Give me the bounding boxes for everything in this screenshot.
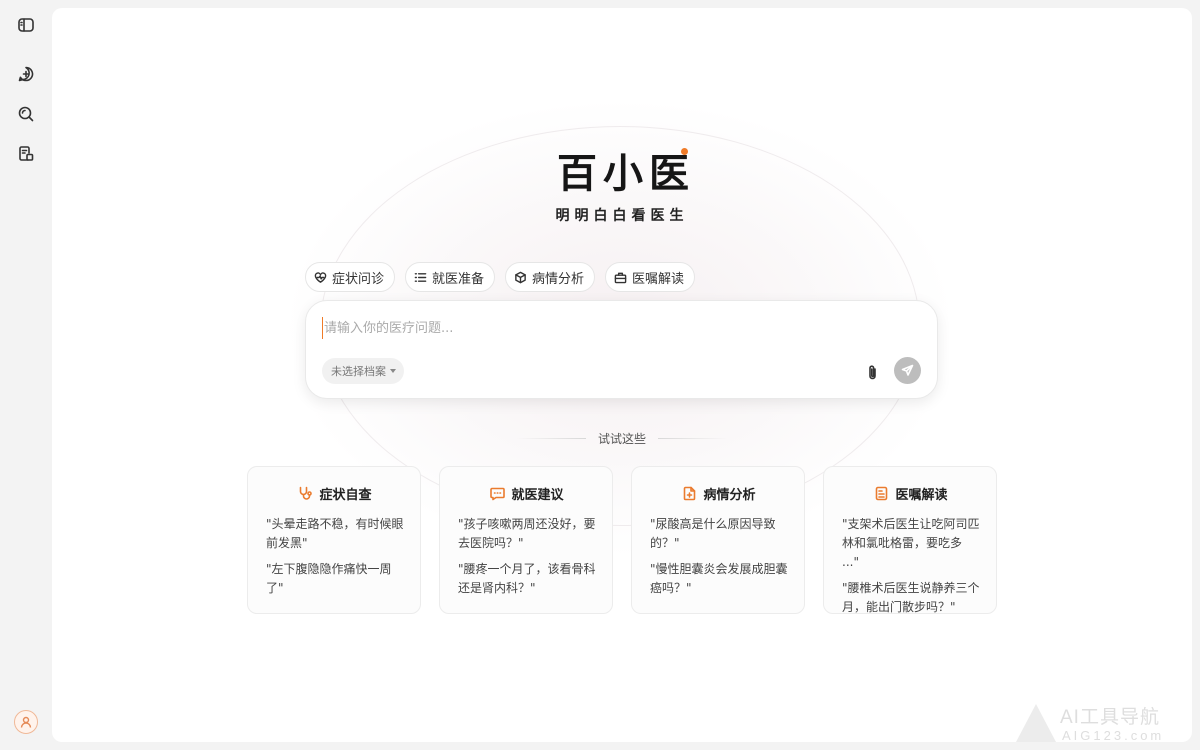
suggestion-question[interactable]: "头晕走路不稳，有时候眼前发黑"	[266, 515, 404, 553]
suggestion-card-analysis: 病情分析 "尿酸高是什么原因导致的？" "慢性胆囊炎会发展成胆囊癌吗？"	[631, 466, 805, 614]
new-chat-icon	[18, 66, 34, 82]
watermark: AI工具导航 AIG123.com	[1012, 700, 1200, 750]
suggestion-question[interactable]: "慢性胆囊炎会发展成胆囊癌吗？"	[650, 560, 788, 598]
divider-line	[515, 437, 586, 439]
chat-bubble-icon	[490, 487, 506, 500]
question-input[interactable]	[322, 317, 822, 339]
suggestion-cards: 症状自查 "头晕走路不稳，有时候眼前发黑" "左下腹隐隐作痛快一周了" 就医建议…	[247, 466, 997, 614]
mode-chip-analysis[interactable]: 病情分析	[505, 262, 596, 292]
suggestion-card-symptom: 症状自查 "头晕走路不稳，有时候眼前发黑" "左下腹隐隐作痛快一周了"	[247, 466, 421, 614]
card-header: 病情分析	[650, 483, 788, 503]
try-label: 试试这些	[597, 431, 646, 446]
mode-chip-orders[interactable]: 医嘱解读	[605, 262, 696, 292]
chevron-down-icon	[390, 369, 396, 373]
cube-icon	[515, 271, 526, 283]
send-button[interactable]	[894, 357, 921, 384]
mode-chip-prep[interactable]: 就医准备	[405, 262, 496, 292]
suggestion-question[interactable]: "左下腹隐隐作痛快一周了"	[266, 560, 404, 598]
suggestion-card-advice: 就医建议 "孩子咳嗽两周还没好，要去医院吗？" "腰疼一个月了，该看骨科还是肾内…	[439, 466, 613, 614]
card-title: 病情分析	[703, 487, 756, 503]
list-icon	[414, 272, 427, 282]
profile-select-label: 未选择档案	[331, 365, 386, 378]
mode-chip-label: 就医准备	[432, 271, 485, 287]
suggestion-card-orders: 医嘱解读 "支架术后医生让吃阿司匹林和氯吡格雷，要吃多 ..." "腰椎术后医生…	[823, 466, 997, 614]
document-icon	[876, 486, 888, 500]
suggestion-question[interactable]: "腰椎术后医生说静养三个月，能出门散步吗？"	[842, 579, 980, 617]
watermark-line2: AIG123.com	[1062, 728, 1165, 743]
main-panel: 百小医 明明白白看医生 症状问诊 就医准备 病情分析 医嘱解读 未选择档案	[52, 8, 1192, 742]
watermark-line1: AI工具导航	[1060, 707, 1160, 728]
send-icon	[901, 364, 914, 376]
records-button[interactable]	[13, 141, 39, 167]
search-button[interactable]	[13, 101, 39, 127]
suggestion-question[interactable]: "腰疼一个月了，该看骨科还是肾内科？"	[458, 560, 596, 598]
card-title: 就医建议	[511, 487, 564, 503]
mode-chip-label: 医嘱解读	[632, 271, 685, 287]
card-header: 医嘱解读	[842, 483, 980, 503]
search-icon	[18, 106, 34, 122]
card-header: 症状自查	[266, 483, 404, 503]
divider-line	[658, 437, 728, 439]
sidebar-toggle-icon	[18, 18, 34, 32]
paperclip-icon	[868, 364, 876, 379]
try-divider: 试试这些	[52, 430, 1192, 446]
card-header: 就医建议	[458, 483, 596, 503]
profile-select[interactable]: 未选择档案	[322, 358, 404, 384]
attach-button[interactable]	[862, 361, 882, 383]
mode-chip-label: 病情分析	[532, 271, 585, 287]
stethoscope-icon	[300, 486, 313, 500]
brand-logo: 百小医	[556, 144, 696, 197]
composer: 未选择档案	[305, 300, 938, 399]
mode-chip-label: 症状问诊	[332, 271, 385, 287]
card-title: 症状自查	[319, 487, 372, 503]
slogan: 明明白白看医生	[555, 208, 689, 224]
records-icon	[19, 146, 34, 161]
user-avatar-icon	[20, 716, 32, 728]
mode-chips: 症状问诊 就医准备 病情分析 医嘱解读	[305, 262, 696, 292]
left-rail	[0, 0, 52, 750]
new-chat-button[interactable]	[13, 61, 39, 87]
suggestion-question[interactable]: "孩子咳嗽两周还没好，要去医院吗？"	[458, 515, 596, 553]
watermark-logo-icon	[1016, 704, 1056, 742]
card-title: 医嘱解读	[895, 487, 948, 503]
briefcase-icon	[614, 272, 627, 283]
suggestion-question[interactable]: "支架术后医生让吃阿司匹林和氯吡格雷，要吃多 ..."	[842, 515, 980, 572]
sidebar-toggle-button[interactable]	[13, 12, 39, 38]
user-avatar[interactable]	[14, 710, 38, 734]
mode-chip-symptom[interactable]: 症状问诊	[305, 262, 396, 292]
suggestion-question[interactable]: "尿酸高是什么原因导致的？"	[650, 515, 788, 553]
medical-file-icon	[684, 486, 696, 500]
logo-dot	[681, 148, 688, 155]
heart-pulse-icon	[314, 271, 327, 283]
logo-text: 百小医	[557, 151, 695, 197]
